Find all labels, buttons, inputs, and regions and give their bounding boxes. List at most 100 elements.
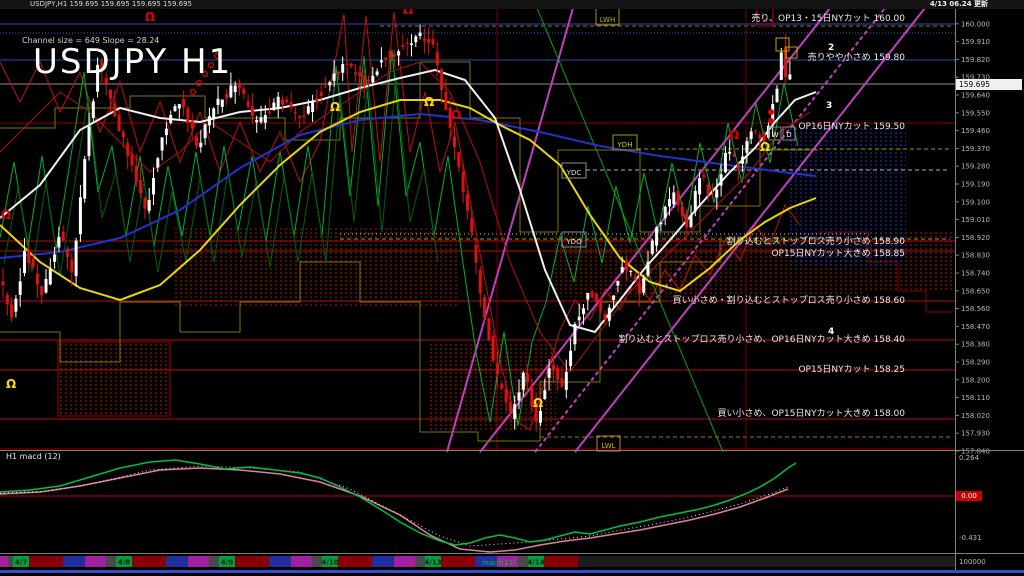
candle-body bbox=[23, 251, 26, 273]
candle-body bbox=[354, 72, 357, 74]
price-axis-label[interactable]: 158.470 bbox=[961, 323, 990, 331]
candle-body bbox=[57, 237, 60, 248]
candle-body bbox=[324, 87, 327, 88]
price-axis-label[interactable]: 159.550 bbox=[961, 109, 990, 117]
price-axis-label[interactable]: 159.280 bbox=[961, 163, 990, 171]
session-segment bbox=[132, 556, 166, 567]
candle-body bbox=[380, 61, 383, 63]
date-axis-label[interactable]: 4/14 bbox=[527, 559, 544, 567]
price-chart-canvas[interactable]: ΩΩΩΩΩΩΩΩΩΩMLWHYDHYDCYDOLWLWD234売り、OP13・1… bbox=[0, 0, 1024, 576]
candle-body bbox=[466, 194, 469, 211]
price-axis-label[interactable]: 159.910 bbox=[961, 38, 990, 46]
candle-body bbox=[92, 101, 95, 118]
price-axis-label[interactable]: 158.920 bbox=[961, 234, 990, 242]
candle-body bbox=[720, 174, 723, 185]
candle-body bbox=[290, 102, 293, 107]
candle-body bbox=[750, 131, 753, 138]
candle-body bbox=[14, 299, 17, 312]
candle-body bbox=[685, 213, 688, 227]
price-axis-label[interactable]: 159.460 bbox=[961, 127, 990, 135]
session-segment bbox=[312, 556, 317, 567]
session-segment bbox=[188, 556, 209, 567]
session-segment bbox=[166, 556, 188, 567]
candle-body bbox=[444, 92, 447, 110]
price-axis-label[interactable]: 157.930 bbox=[961, 430, 990, 438]
candle-body bbox=[285, 100, 288, 102]
date-axis-label[interactable]: 4/13 bbox=[424, 559, 441, 567]
title-bar: USDJPY,H1 159.695 159.695 159.695 159.69… bbox=[0, 0, 1024, 9]
candle-body bbox=[118, 115, 121, 131]
price-axis-label[interactable]: 159.820 bbox=[961, 56, 990, 64]
price-axis-label[interactable]: 160.000 bbox=[961, 20, 990, 28]
price-axis-label[interactable]: 158.380 bbox=[961, 341, 990, 349]
candle-body bbox=[148, 200, 151, 211]
price-axis-label[interactable]: 158.740 bbox=[961, 270, 990, 278]
candle-body bbox=[543, 390, 546, 399]
session-segment bbox=[338, 556, 372, 567]
candle-body bbox=[272, 103, 275, 110]
candle-body bbox=[109, 90, 112, 99]
price-axis-label[interactable]: 158.290 bbox=[961, 359, 990, 367]
candle-body bbox=[539, 411, 542, 423]
price-axis-label[interactable]: 158.200 bbox=[961, 376, 990, 384]
candle-body bbox=[513, 404, 516, 419]
candle-body bbox=[401, 45, 404, 47]
price-axis-label[interactable]: 158.830 bbox=[961, 252, 990, 260]
price-axis-label[interactable]: 158.110 bbox=[961, 394, 990, 402]
candle-body bbox=[733, 154, 736, 156]
date-axis-label[interactable]: 4/7 bbox=[15, 559, 27, 567]
candle-body bbox=[2, 281, 5, 285]
session-segment bbox=[441, 556, 475, 567]
candle-body bbox=[376, 71, 379, 75]
macd-axis-label[interactable]: 100000 bbox=[959, 558, 986, 566]
candle-body bbox=[548, 368, 551, 377]
candle-body bbox=[505, 389, 508, 402]
candle-body bbox=[217, 99, 220, 105]
candle-body bbox=[178, 104, 181, 108]
macd-axis-label[interactable]: -0.431 bbox=[959, 534, 982, 542]
candle-body bbox=[492, 336, 495, 361]
candle-body bbox=[264, 115, 267, 123]
date-axis-label[interactable]: 4/9 bbox=[221, 559, 233, 567]
level-label-box-text: W bbox=[772, 131, 779, 139]
candle-body bbox=[320, 92, 323, 96]
price-axis-label[interactable]: 159.190 bbox=[961, 181, 990, 189]
candle-body bbox=[681, 206, 684, 215]
candle-body bbox=[229, 85, 232, 97]
candle-body bbox=[36, 274, 39, 285]
session-segment bbox=[8, 556, 13, 567]
price-axis-label[interactable]: 159.640 bbox=[961, 92, 990, 100]
candle-body bbox=[251, 106, 254, 116]
candle-body bbox=[500, 384, 503, 389]
ichimoku-cloud bbox=[58, 342, 170, 416]
omega-signal-icon: Ω bbox=[1, 208, 11, 222]
candle-body bbox=[518, 392, 521, 400]
price-axis-label[interactable]: 159.100 bbox=[961, 198, 990, 206]
candle-body bbox=[432, 39, 435, 44]
candle-body bbox=[10, 304, 13, 317]
candle-body bbox=[569, 351, 572, 366]
price-axis-label[interactable]: 158.020 bbox=[961, 412, 990, 420]
price-axis-label[interactable]: 158.650 bbox=[961, 287, 990, 295]
omega-signal-icon: Ω bbox=[330, 100, 340, 114]
price-axis-label[interactable]: 159.010 bbox=[961, 216, 990, 224]
macd-axis-label[interactable]: 0.264 bbox=[959, 454, 980, 462]
candle-body bbox=[664, 207, 667, 218]
candle-body bbox=[328, 82, 331, 85]
macd-zero-tag: 0.00 bbox=[956, 491, 982, 501]
red-dot-marker bbox=[768, 118, 774, 124]
candle-body bbox=[604, 314, 607, 320]
price-axis-label[interactable]: 158.560 bbox=[961, 305, 990, 313]
date-axis-label[interactable]: 4/10 bbox=[321, 559, 338, 567]
candle-body bbox=[677, 191, 680, 206]
date-axis-label[interactable]: 4/8 bbox=[118, 559, 130, 567]
order-annotation: 買い小さめ・割り込むとストップロス売り小さめ 158.60 bbox=[673, 294, 906, 306]
candle-body bbox=[363, 76, 366, 87]
candle-body bbox=[66, 249, 69, 257]
price-axis-label[interactable]: 159.370 bbox=[961, 145, 990, 153]
candle-body bbox=[311, 101, 314, 112]
candle-body bbox=[143, 198, 146, 209]
macd-main-line bbox=[0, 460, 796, 545]
candle-body bbox=[462, 171, 465, 192]
candle-body bbox=[715, 190, 718, 198]
